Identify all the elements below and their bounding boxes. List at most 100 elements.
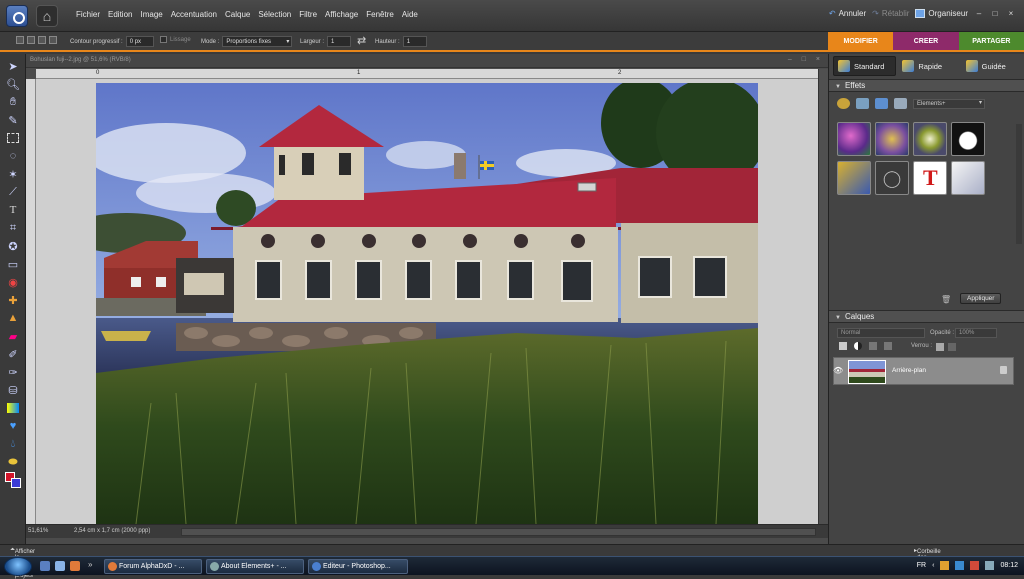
menu-edition[interactable]: Edition <box>104 10 136 19</box>
tab-creer[interactable]: CREER <box>893 32 959 50</box>
tray-network-icon[interactable] <box>955 561 965 570</box>
document-window-controls[interactable]: – □ × <box>788 56 824 63</box>
cookie-cutter-tool-icon[interactable]: ✪ <box>3 237 23 255</box>
new-layer-icon[interactable] <box>839 342 847 350</box>
effect-thumb-7[interactable]: T <box>913 161 947 195</box>
effect-thumb-2[interactable] <box>875 122 909 156</box>
maximize-button[interactable]: □ <box>990 9 1000 18</box>
feather-input[interactable]: 0 px <box>125 36 154 47</box>
sponge-tool-icon[interactable]: ⬬ <box>3 453 23 471</box>
width-input[interactable]: 1 <box>327 36 352 47</box>
type-tool-icon[interactable]: T <box>3 201 23 219</box>
home-icon[interactable]: ⌂ <box>36 5 58 27</box>
clock[interactable]: 08:12 <box>1000 562 1018 569</box>
organizer-button[interactable]: Organiseur <box>915 9 968 18</box>
crop-tool-icon[interactable]: ⌗ <box>3 219 23 237</box>
menu-selection[interactable]: Sélection <box>254 10 295 19</box>
effect-thumb-1[interactable] <box>837 122 871 156</box>
all-effects-icon[interactable] <box>894 98 907 109</box>
eye-icon[interactable]: 👁︎ <box>833 366 843 375</box>
paint-bucket-tool-icon[interactable]: ⛁ <box>3 381 23 399</box>
effect-thumb-3[interactable] <box>913 122 947 156</box>
opacity-input[interactable]: 100% <box>955 328 997 338</box>
vertical-scrollbar[interactable] <box>818 69 828 524</box>
firefox-icon[interactable] <box>70 561 80 571</box>
quicklaunch-more-icon[interactable]: » <box>88 560 92 569</box>
menu-accentuation[interactable]: Accentuation <box>167 10 221 19</box>
photo-canvas[interactable] <box>96 83 758 524</box>
canvas-area[interactable] <box>36 79 818 524</box>
height-input[interactable]: 1 <box>402 36 427 47</box>
link-layer-icon[interactable] <box>884 342 892 350</box>
brush-tool-icon[interactable]: ✐ <box>3 345 23 363</box>
effect-thumb-6[interactable] <box>875 161 909 195</box>
edit-mode-guidee[interactable]: Guidée <box>962 56 1023 76</box>
antialias-checkbox[interactable] <box>160 36 167 43</box>
mode-select[interactable]: Proportions fixes ▾ <box>222 36 293 47</box>
language-indicator[interactable]: FR <box>917 562 926 569</box>
effects-panel-header[interactable]: ▼ Effets <box>829 79 1024 92</box>
intersect-selection-icon[interactable] <box>49 36 57 44</box>
close-button[interactable]: × <box>1006 9 1016 18</box>
lock-all-icon[interactable] <box>948 343 956 351</box>
effect-thumb-4[interactable] <box>951 122 985 156</box>
menu-affichage[interactable]: Affichage <box>321 10 362 19</box>
eraser-tool-icon[interactable]: ▰ <box>3 327 23 345</box>
blend-mode-select[interactable]: Normal <box>837 328 925 338</box>
zoom-level[interactable]: 51,61% <box>28 528 48 534</box>
menu-fenetre[interactable]: Fenêtre <box>362 10 398 19</box>
show-project-bin-button[interactable]: ⏶ Afficher la corbeille des projets <box>10 547 37 579</box>
selection-brush-tool-icon[interactable]: ⟋ <box>3 183 23 201</box>
show-desktop-icon[interactable] <box>40 561 50 571</box>
subtract-selection-icon[interactable] <box>38 36 46 44</box>
task-about-elements[interactable]: About Elements+ - ... <box>206 559 304 574</box>
effect-thumb-5[interactable] <box>837 161 871 195</box>
hand-tool-icon[interactable]: ✋︎ <box>3 93 23 111</box>
effect-thumb-8[interactable] <box>951 161 985 195</box>
apply-button[interactable]: Appliquer <box>960 293 1002 304</box>
layer-row[interactable]: 👁︎ Arrière-plan <box>833 357 1014 385</box>
menu-aide[interactable]: Aide <box>398 10 422 19</box>
red-eye-tool-icon[interactable]: ◉ <box>3 273 23 291</box>
tab-partager[interactable]: PARTAGER <box>958 32 1024 50</box>
tray-expand-icon[interactable]: ‹ <box>932 562 934 569</box>
task-forum-alphadxd[interactable]: Forum AlphaDxD - ... <box>104 559 202 574</box>
layers-panel-header[interactable]: ▼ Calques <box>829 310 1024 323</box>
edit-mode-standard[interactable]: Standard <box>833 56 897 76</box>
blur-tool-icon[interactable]: 💧︎ <box>3 435 23 453</box>
trash-icon[interactable]: 🗑︎ <box>941 295 951 304</box>
menu-image[interactable]: Image <box>136 10 166 19</box>
photo-effects-icon[interactable] <box>875 98 888 109</box>
app-logo-icon[interactable] <box>6 5 28 27</box>
horizontal-scrollbar[interactable] <box>181 528 816 536</box>
tab-modifier[interactable]: MODIFIER <box>828 32 894 50</box>
eyedropper-tool-icon[interactable]: ✎ <box>3 111 23 129</box>
effects-category-select[interactable]: Elements+ <box>913 98 985 109</box>
swap-icon[interactable]: ⇄ <box>357 34 366 47</box>
new-selection-icon[interactable] <box>16 36 24 44</box>
color-swatches-icon[interactable] <box>3 471 23 489</box>
lasso-tool-icon[interactable]: ◌ <box>3 147 23 165</box>
menu-calque[interactable]: Calque <box>221 10 254 19</box>
menu-filtre[interactable]: Filtre <box>295 10 321 19</box>
tray-volume-icon[interactable] <box>985 561 995 570</box>
magic-wand-tool-icon[interactable]: ✶ <box>3 165 23 183</box>
zoom-tool-icon[interactable]: 🔍︎ <box>3 75 23 93</box>
switch-windows-icon[interactable] <box>55 561 65 571</box>
effects-scrollbar[interactable] <box>1016 124 1022 244</box>
filters-icon[interactable] <box>837 98 850 109</box>
redo-button[interactable]: ↷ Rétablir <box>872 9 909 18</box>
shape-tool-icon[interactable]: ♥ <box>3 417 23 435</box>
edit-mode-rapide[interactable]: Rapide <box>898 56 959 76</box>
tray-security-icon[interactable] <box>970 561 980 570</box>
minimize-button[interactable]: – <box>974 9 984 18</box>
undo-button[interactable]: ↶ Annuler <box>829 9 866 18</box>
clone-stamp-tool-icon[interactable]: ▲ <box>3 309 23 327</box>
tray-app-icon[interactable] <box>940 561 950 570</box>
gradient-tool-icon[interactable] <box>3 399 23 417</box>
lock-transparent-icon[interactable] <box>936 343 944 351</box>
menu-fichier[interactable]: Fichier <box>72 10 104 19</box>
layer-styles-icon[interactable] <box>856 98 869 109</box>
palette-bin-button[interactable]: ▸ Corbeille des palettes <box>914 547 941 567</box>
smart-brush-tool-icon[interactable]: ✑ <box>3 363 23 381</box>
